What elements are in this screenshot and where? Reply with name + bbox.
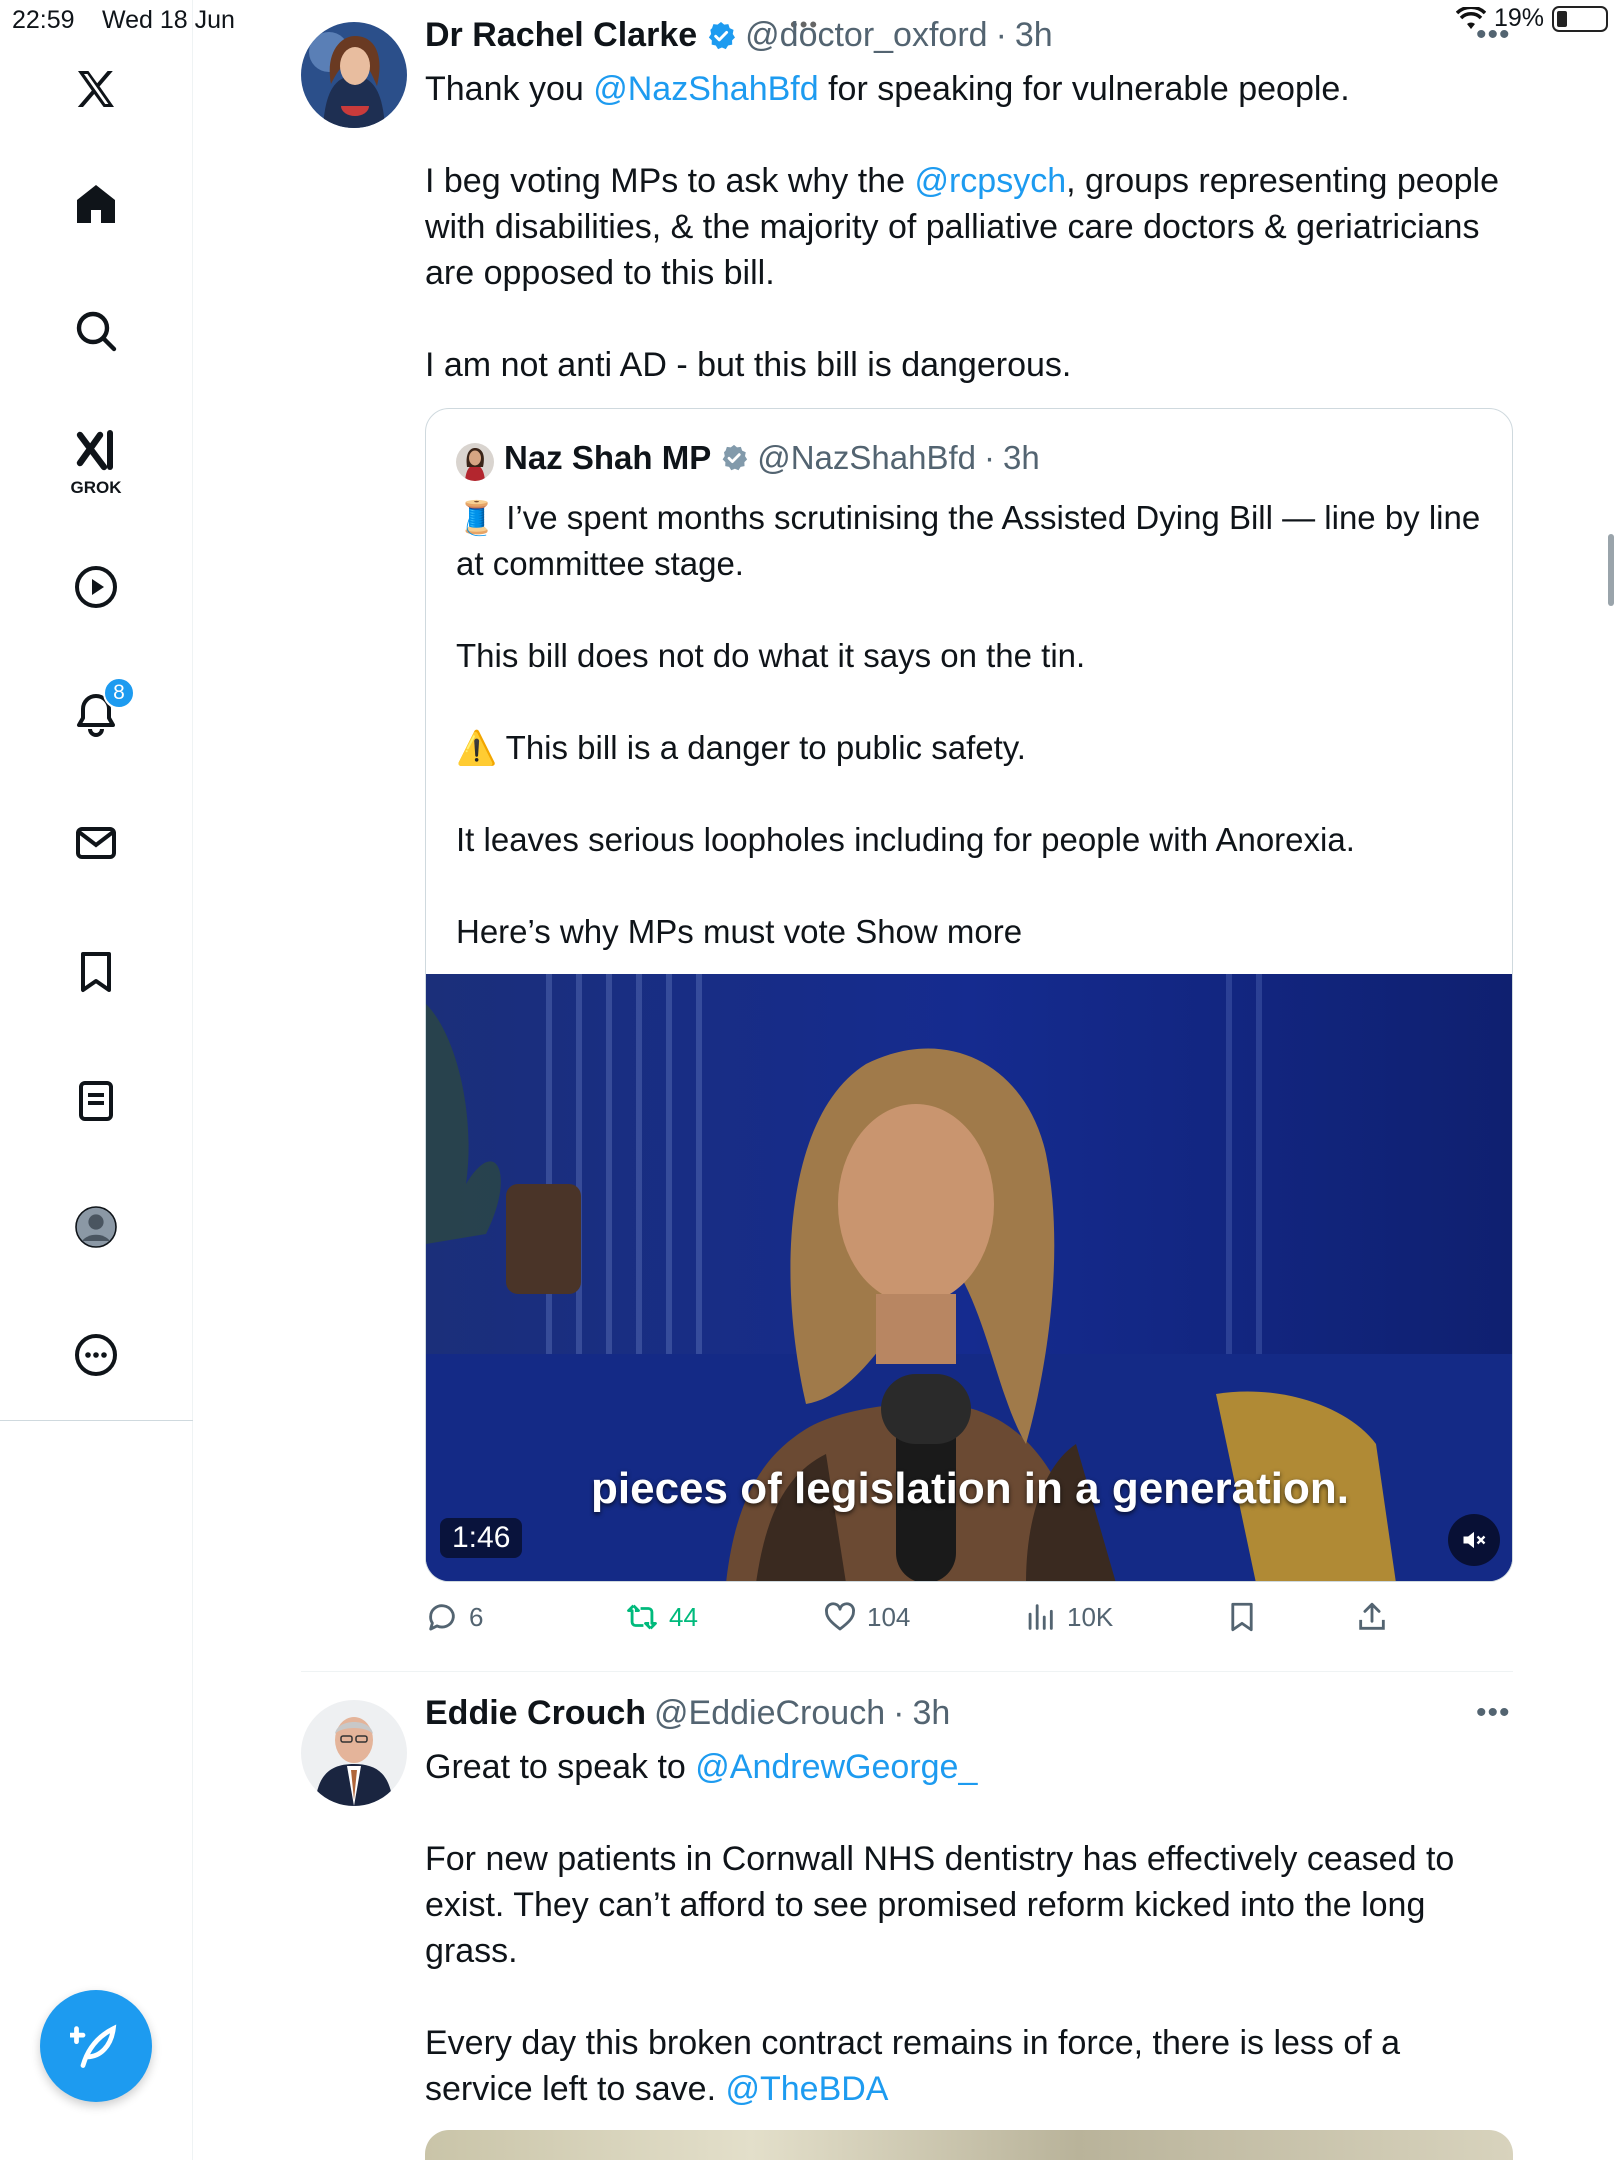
mention-link[interactable]: @NazShahBfd: [593, 70, 818, 108]
avatar[interactable]: [301, 1700, 407, 1806]
tweet-paragraph: Every day this broken contract remains i…: [425, 2024, 1401, 2108]
reply-button[interactable]: 6: [425, 1600, 483, 1634]
messages-icon[interactable]: [55, 802, 137, 884]
quote-avatar[interactable]: [456, 443, 494, 481]
timeline: Dr Rachel Clarke @doctor_oxford · 3h •••…: [193, 0, 1620, 2160]
tweet-media-preview[interactable]: [425, 2130, 1513, 2160]
reply-icon: [429, 1604, 455, 1631]
separator-dot: ·: [984, 439, 995, 476]
video-duration: 1:46: [440, 1518, 523, 1558]
tweet-paragraph: I beg voting MPs to ask why the @rcpsych…: [425, 162, 1499, 292]
views-chart-icon: [1028, 1604, 1053, 1630]
separator-dot: ·: [995, 16, 1007, 54]
author-name[interactable]: Eddie Crouch: [425, 1694, 646, 1733]
more-icon[interactable]: [55, 1314, 137, 1396]
mute-icon[interactable]: [1448, 1514, 1500, 1566]
heart-icon: [825, 1602, 855, 1631]
tweet-paragraph: For new patients in Cornwall NHS dentist…: [425, 1840, 1455, 1970]
quote-paragraph: 🧵 I’ve spent months scrutinising the Ass…: [456, 499, 1481, 582]
bookmark-button[interactable]: [1225, 1600, 1259, 1634]
tweet-paragraph: Thank you @NazShahBfd for speaking for v…: [425, 70, 1350, 108]
views-button[interactable]: 10K: [1023, 1600, 1113, 1634]
quote-paragraph: It leaves serious loopholes including fo…: [456, 821, 1355, 858]
tweet-header: Dr Rachel Clarke @doctor_oxford · 3h: [425, 16, 1053, 55]
tweet-more-icon[interactable]: •••: [1476, 18, 1511, 52]
video-player[interactable]: pieces of legislation in a generation. 1…: [426, 974, 1512, 1581]
home-icon[interactable]: [55, 163, 137, 245]
author-handle[interactable]: @doctor_oxford: [745, 16, 987, 55]
tweet-time[interactable]: 3h: [912, 1694, 950, 1733]
repost-button[interactable]: 44: [625, 1600, 698, 1634]
x-logo-icon[interactable]: [55, 48, 137, 130]
like-button[interactable]: 104: [823, 1600, 910, 1634]
reply-count: 6: [469, 1601, 484, 1632]
quoted-tweet[interactable]: Naz Shah MP @NazShahBfd · 3h 🧵 I’ve spen…: [425, 408, 1513, 1582]
quote-header: Naz Shah MP @NazShahBfd · 3h: [504, 439, 1040, 477]
lists-icon[interactable]: [55, 1060, 137, 1142]
verified-badge-icon: [709, 21, 736, 49]
bookmarks-icon[interactable]: [55, 931, 137, 1013]
notifications-icon[interactable]: 8: [55, 673, 137, 755]
compose-feather-icon: [70, 2024, 117, 2068]
tweet-divider: [301, 1671, 1513, 1672]
separator-dot: ·: [893, 1694, 905, 1732]
tweet-actions: 6 44 104 10K: [425, 1600, 1515, 1642]
sidebar: GROK 8: [0, 0, 193, 2160]
verified-gray-badge-icon: [722, 444, 748, 471]
mention-link[interactable]: @AndrewGeorge_: [695, 1748, 977, 1786]
author-name[interactable]: Dr Rachel Clarke: [425, 16, 697, 55]
mention-link[interactable]: @rcpsych: [914, 162, 1066, 200]
tweet-time[interactable]: 3h: [1015, 16, 1053, 55]
share-button[interactable]: [1355, 1600, 1389, 1634]
grok-label: GROK: [70, 478, 122, 497]
tweet-header: Eddie Crouch @EddieCrouch · 3h: [425, 1694, 950, 1733]
avatar[interactable]: [301, 22, 407, 128]
video-caption: pieces of legislation in a generation.: [591, 1464, 1349, 1513]
tweet-more-icon[interactable]: •••: [1476, 1696, 1511, 1730]
search-icon[interactable]: [55, 290, 137, 372]
mention-link[interactable]: @TheBDA: [725, 2070, 888, 2108]
notification-badge: 8: [103, 677, 135, 709]
tweet-paragraph: I am not anti AD - but this bill is dang…: [425, 346, 1072, 384]
repost-count: 44: [669, 1601, 698, 1632]
scrollbar[interactable]: [1608, 534, 1614, 606]
show-more-link[interactable]: Show more: [855, 913, 1022, 950]
like-count: 104: [867, 1601, 911, 1632]
quote-body: 🧵 I’ve spent months scrutinising the Ass…: [456, 495, 1486, 1001]
profile-icon[interactable]: [55, 1186, 137, 1268]
video-icon[interactable]: [55, 546, 137, 628]
view-count: 10K: [1067, 1601, 1114, 1632]
compose-post-button[interactable]: [40, 1990, 152, 2102]
quote-paragraph: ⚠️ This bill is a danger to public safet…: [456, 729, 1026, 766]
tweet-paragraph: Great to speak to @AndrewGeorge_: [425, 1748, 978, 1786]
tweet-body: Great to speak to @AndrewGeorge_ For new…: [425, 1744, 1505, 2112]
quote-time: 3h: [1003, 439, 1040, 476]
quote-author-handle[interactable]: @NazShahBfd: [757, 439, 976, 477]
sidebar-divider: [0, 1420, 193, 1421]
author-handle[interactable]: @EddieCrouch: [654, 1694, 885, 1733]
bookmark-icon: [1231, 1602, 1253, 1632]
repost-icon: [627, 1604, 657, 1630]
share-icon: [1359, 1602, 1385, 1630]
quote-author-name[interactable]: Naz Shah MP: [504, 439, 711, 477]
quote-paragraph: Here’s why MPs must vote Show more: [456, 913, 1023, 950]
quote-paragraph: This bill does not do what it says on th…: [456, 637, 1086, 674]
tweet-body: Thank you @NazShahBfd for speaking for v…: [425, 66, 1505, 388]
